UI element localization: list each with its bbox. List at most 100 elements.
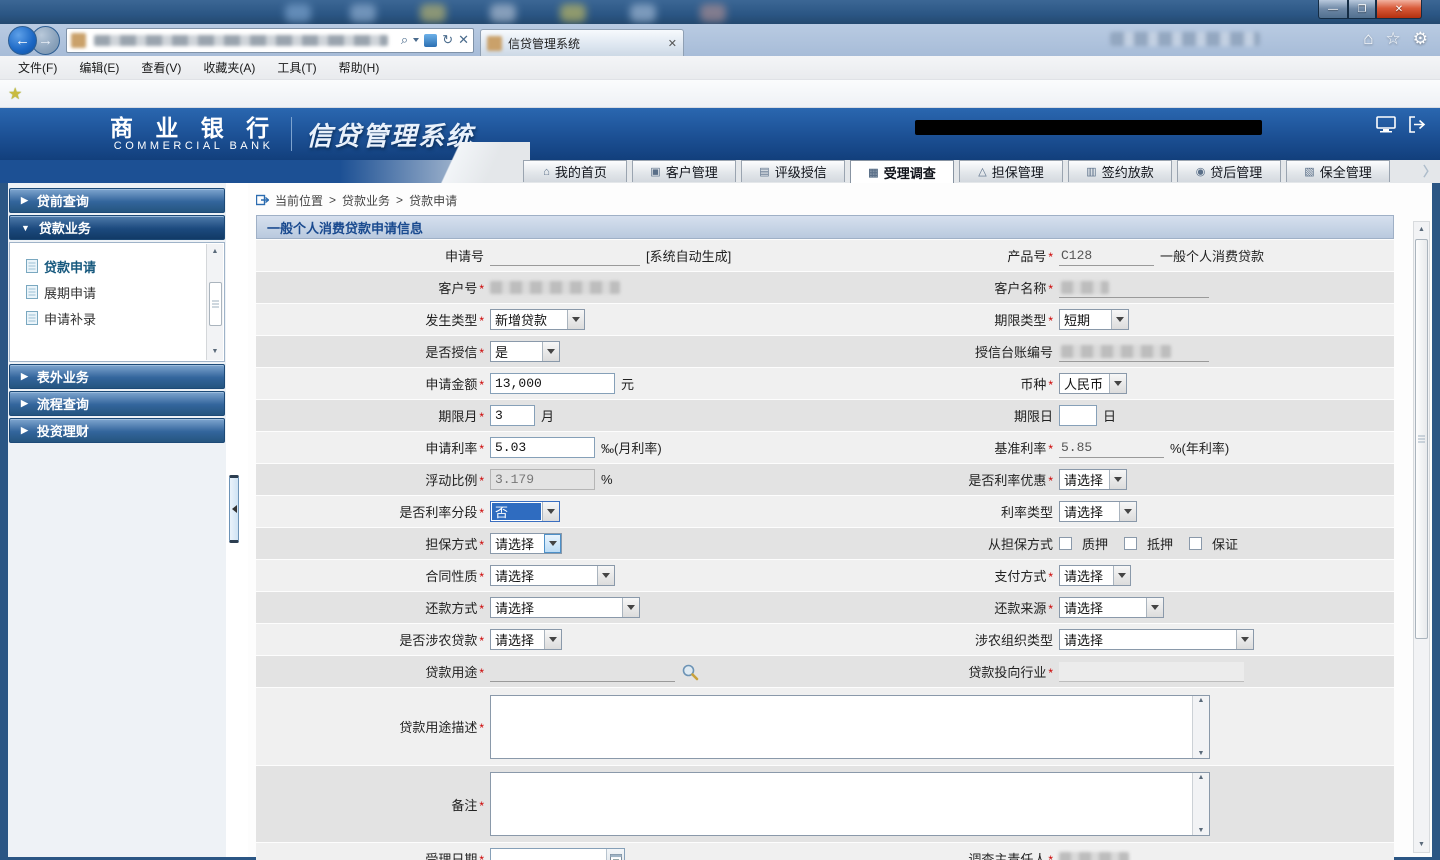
tab-guarantee-mgmt[interactable]: △ 担保管理: [959, 160, 1063, 182]
term-month-input[interactable]: [490, 405, 535, 426]
product-no-input[interactable]: C128: [1059, 246, 1154, 266]
sidebar-item-application-supplement[interactable]: 申请补录: [26, 305, 224, 331]
sidebar-item-loan-application[interactable]: 贷款申请: [26, 253, 224, 279]
scroll-down-icon[interactable]: ▼: [1198, 827, 1205, 834]
add-favorite-star-icon[interactable]: ★: [8, 84, 22, 104]
tab-favicon: [487, 35, 502, 51]
minimize-button[interactable]: —: [1318, 0, 1348, 19]
compatibility-icon[interactable]: [424, 33, 438, 47]
calendar-icon[interactable]: [606, 848, 624, 860]
browser-tab[interactable]: 信贷管理系统 ✕: [480, 29, 684, 56]
contract-nature-select[interactable]: 请选择: [490, 565, 615, 586]
rate-type-select[interactable]: 请选择: [1059, 501, 1137, 522]
tab-post-loan-mgmt[interactable]: ◉ 贷后管理: [1177, 160, 1281, 182]
pay-mode-select[interactable]: 请选择: [1059, 565, 1131, 586]
close-window-button[interactable]: ✕: [1376, 0, 1422, 19]
url-text-redacted: [94, 34, 388, 46]
scroll-up-icon[interactable]: ▲: [212, 244, 219, 260]
monitor-icon[interactable]: [1376, 116, 1396, 133]
rate-segment-select[interactable]: 否: [490, 501, 560, 522]
remark-textarea[interactable]: ▲ ▼: [490, 772, 1210, 836]
scrollbar-thumb[interactable]: [1415, 239, 1428, 639]
purpose-desc-textarea[interactable]: ▲ ▼: [490, 694, 1210, 759]
term-type-select[interactable]: 短期: [1059, 309, 1129, 330]
guaranty-checkbox[interactable]: [1189, 537, 1203, 550]
submenu-scrollbar[interactable]: ▲ ▼: [206, 244, 223, 360]
tab-close-icon[interactable]: ✕: [668, 37, 677, 50]
scrollbar-thumb[interactable]: [208, 282, 222, 326]
settings-gear-icon[interactable]: ⚙: [1413, 29, 1428, 49]
sidebar-section-investment[interactable]: ▶ 投资理财: [9, 418, 225, 443]
currency-select[interactable]: 人民币: [1059, 373, 1127, 394]
loan-purpose-input[interactable]: [490, 662, 675, 682]
maximize-button[interactable]: ❐: [1348, 0, 1376, 19]
form-row: 担保方式 * 请选择 从担保方式 质押 抵押 保证: [256, 528, 1394, 559]
scroll-up-icon[interactable]: ▲: [1198, 697, 1205, 704]
apply-no-input[interactable]: [490, 246, 640, 266]
field-label: 客户名称: [994, 281, 1047, 296]
accept-date-input[interactable]: [490, 847, 625, 860]
favorites-star-icon[interactable]: ☆: [1386, 29, 1401, 49]
tab-preservation-mgmt[interactable]: ▧ 保全管理: [1286, 160, 1390, 182]
sidebar-section-loan-business[interactable]: ▼ 贷款业务: [9, 215, 225, 240]
menu-help[interactable]: 帮助(H): [339, 59, 380, 76]
scroll-down-icon[interactable]: ▼: [1418, 837, 1425, 852]
apply-rate-input[interactable]: [490, 437, 595, 458]
chevron-down-icon: [542, 502, 559, 521]
repay-mode-select[interactable]: 请选择: [490, 597, 640, 618]
scroll-down-icon[interactable]: ▼: [212, 344, 219, 360]
tab-customer-mgmt[interactable]: ▣ 客户管理: [632, 160, 736, 182]
stop-icon[interactable]: ✕: [458, 32, 469, 48]
home-icon[interactable]: ⌂: [1363, 29, 1373, 49]
address-bar[interactable]: ⌕ ↻ ✕: [66, 27, 474, 53]
tab-rating-credit[interactable]: ▤ 评级授信: [741, 160, 845, 182]
search-icon[interactable]: ⌕: [401, 32, 408, 48]
scroll-down-icon[interactable]: ▼: [1198, 750, 1205, 757]
agri-org-type-select[interactable]: 请选择: [1059, 629, 1254, 650]
collapse-left-icon: [231, 505, 237, 513]
banner-swoosh: [400, 142, 530, 183]
menu-view[interactable]: 查看(V): [141, 59, 181, 76]
content-scrollbar[interactable]: ▲ ▼: [1413, 221, 1430, 853]
menu-favorites[interactable]: 收藏夹(A): [203, 59, 255, 76]
mortgage-checkbox[interactable]: [1124, 537, 1138, 550]
textarea-scrollbar[interactable]: ▲ ▼: [1192, 773, 1209, 835]
is-credit-select[interactable]: 是: [490, 341, 560, 362]
guarantee-mode-select[interactable]: 请选择: [490, 533, 562, 554]
repay-source-select[interactable]: 请选择: [1059, 597, 1164, 618]
tab-acceptance-investigation[interactable]: ▦ 受理调查: [850, 160, 954, 183]
back-button[interactable]: ←: [8, 25, 37, 55]
textarea-scrollbar[interactable]: ▲ ▼: [1192, 695, 1209, 758]
sidebar-collapse-handle[interactable]: [229, 475, 239, 543]
field-label: 基准利率: [994, 441, 1047, 456]
scroll-up-icon[interactable]: ▲: [1418, 222, 1425, 237]
field-label: 币种: [1020, 377, 1047, 392]
scroll-up-icon[interactable]: ▲: [1198, 774, 1205, 781]
sidebar-section-pre-loan-query[interactable]: ▶ 贷前查询: [9, 188, 225, 213]
tab-my-home[interactable]: ⌂ 我的首页: [523, 160, 627, 182]
breadcrumb-loan-application[interactable]: 贷款申请: [409, 192, 457, 209]
chevron-down-icon[interactable]: [413, 38, 420, 42]
sidebar-section-off-balance[interactable]: ▶ 表外业务: [9, 364, 225, 389]
agri-loan-select[interactable]: 请选择: [490, 629, 562, 650]
tab-signing-disbursement[interactable]: ▥ 签约放款: [1068, 160, 1172, 182]
rate-discount-select[interactable]: 请选择: [1059, 469, 1127, 490]
menu-edit[interactable]: 编辑(E): [79, 59, 119, 76]
sidebar-section-process-query[interactable]: ▶ 流程查询: [9, 391, 225, 416]
blurred-desktop-icon: [630, 4, 656, 22]
menu-file[interactable]: 文件(F): [18, 59, 57, 76]
chevron-down-icon: [544, 630, 561, 649]
pledge-checkbox[interactable]: [1059, 537, 1072, 550]
occur-type-select[interactable]: 新增贷款: [490, 309, 585, 330]
chevron-down-icon: [1111, 310, 1128, 329]
apply-amount-input[interactable]: [490, 373, 615, 394]
breadcrumb-loan-business[interactable]: 贷款业务: [342, 192, 390, 209]
search-magnifier-icon[interactable]: [681, 663, 699, 681]
logout-icon[interactable]: [1408, 116, 1426, 133]
customer-name-input[interactable]: [1059, 278, 1209, 298]
tabs-more-arrow-icon[interactable]: 〉: [1423, 161, 1436, 180]
term-day-input[interactable]: [1059, 405, 1097, 426]
refresh-icon[interactable]: ↻: [442, 32, 453, 48]
menu-tools[interactable]: 工具(T): [277, 59, 316, 76]
sidebar-item-extension-application[interactable]: 展期申请: [26, 279, 224, 305]
